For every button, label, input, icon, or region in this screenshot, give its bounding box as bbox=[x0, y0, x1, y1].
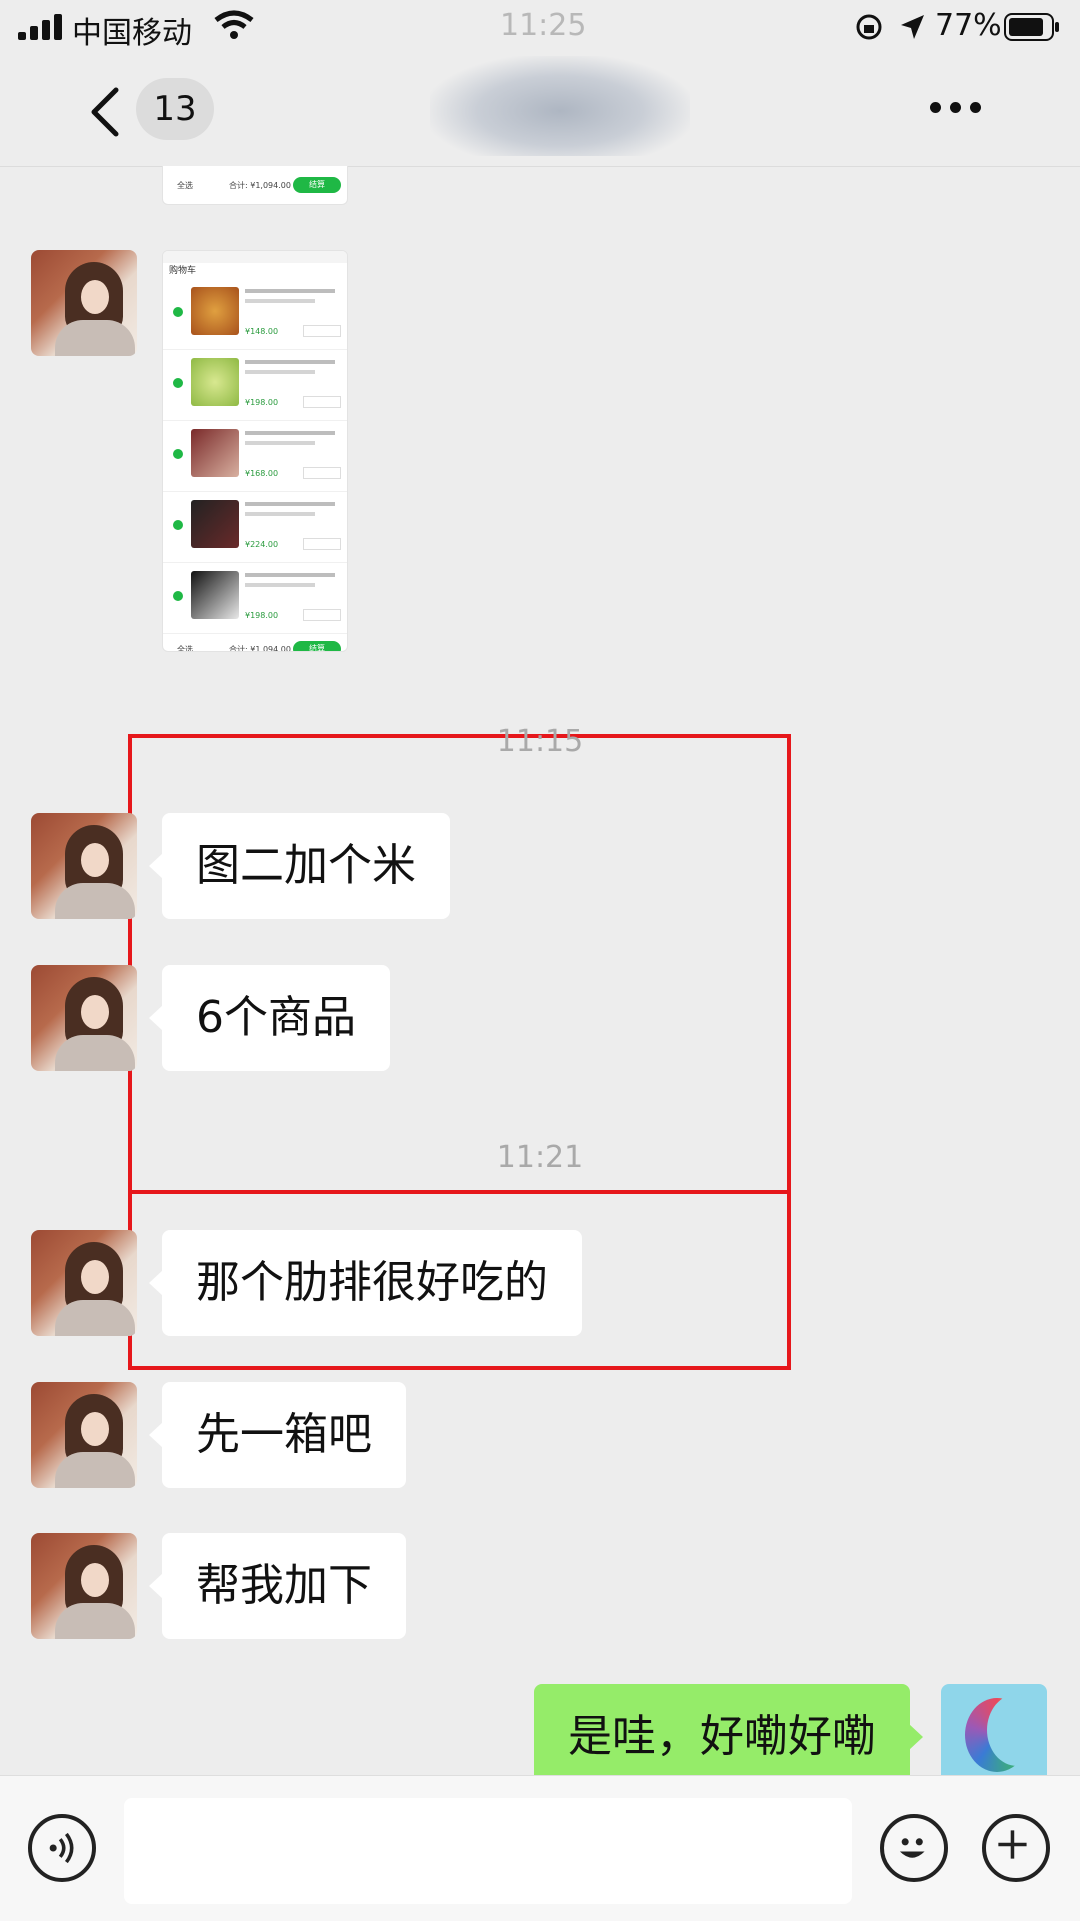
cart-item: ¥198.00 bbox=[163, 350, 347, 421]
cart-item-price: ¥148.00 bbox=[245, 327, 279, 336]
checkout-button: 结算 bbox=[293, 641, 341, 651]
obscured-contact-name bbox=[430, 56, 690, 156]
cart-header: 购物车 bbox=[169, 266, 197, 276]
rotation-lock-icon bbox=[856, 14, 882, 40]
cart-screenshot-image[interactable]: 购物车 ¥148.00 ¥198.00 ¥168.00 ¥224.00 ¥198… bbox=[162, 250, 348, 652]
message-bubble[interactable]: 帮我加下 bbox=[149, 1533, 406, 1639]
status-time: 11:25 bbox=[500, 8, 587, 43]
cart-total: 合计: ¥1,094.00 bbox=[229, 181, 291, 190]
chat-header: 13 bbox=[0, 56, 1080, 167]
wifi-icon bbox=[214, 10, 254, 39]
cart-footer: 全选 合计: ¥1,094.00 结算 bbox=[163, 634, 347, 652]
message-bubble[interactable]: 6个商品 bbox=[149, 965, 390, 1071]
message-bubble[interactable]: 先一箱吧 bbox=[149, 1382, 406, 1488]
cart-item-price: ¥198.00 bbox=[245, 398, 279, 407]
more-options-icon[interactable] bbox=[930, 102, 982, 114]
cart-item-price: ¥168.00 bbox=[245, 469, 279, 478]
select-all-label: 全选 bbox=[177, 181, 193, 190]
message-timestamp: 11:21 bbox=[496, 1140, 584, 1175]
cart-item: ¥224.00 bbox=[163, 492, 347, 563]
contact-avatar[interactable] bbox=[31, 1230, 137, 1336]
message-input[interactable] bbox=[124, 1798, 852, 1904]
emoji-icon[interactable] bbox=[880, 1814, 948, 1882]
signal-icon bbox=[18, 14, 62, 40]
select-all-label: 全选 bbox=[177, 645, 193, 652]
unread-count-badge[interactable]: 13 bbox=[136, 78, 214, 140]
cart-total: 合计: ¥1,094.00 bbox=[229, 645, 291, 652]
contact-avatar[interactable] bbox=[31, 813, 137, 919]
cart-footer: 全选 合计: ¥1,094.00 结算 bbox=[163, 170, 347, 200]
message-bubble[interactable]: 图二加个米 bbox=[149, 813, 450, 919]
highlight-box bbox=[128, 734, 791, 1194]
cart-item-price: ¥224.00 bbox=[245, 540, 279, 549]
contact-avatar[interactable] bbox=[31, 250, 137, 356]
plus-icon[interactable] bbox=[982, 1814, 1050, 1882]
message-bubble[interactable]: 那个肋排很好吃的 bbox=[149, 1230, 582, 1336]
contact-avatar[interactable] bbox=[31, 965, 137, 1071]
cart-item: ¥198.00 bbox=[163, 563, 347, 634]
input-bar bbox=[0, 1775, 1080, 1921]
location-arrow-icon bbox=[901, 15, 924, 39]
contact-avatar[interactable] bbox=[31, 1533, 137, 1639]
cart-item: ¥168.00 bbox=[163, 421, 347, 492]
voice-input-icon[interactable] bbox=[28, 1814, 96, 1882]
cart-item-price: ¥198.00 bbox=[245, 611, 279, 620]
status-bar: 中国移动 11:25 77% bbox=[0, 0, 1080, 56]
cart-screenshot-partial[interactable]: 全选 合计: ¥1,094.00 结算 bbox=[162, 166, 348, 205]
battery-percent: 77% bbox=[935, 8, 1002, 43]
contact-avatar[interactable] bbox=[31, 1382, 137, 1488]
battery-icon bbox=[1004, 13, 1059, 41]
checkout-button: 结算 bbox=[293, 177, 341, 193]
message-timestamp: 11:15 bbox=[496, 724, 584, 759]
back-arrow-icon[interactable] bbox=[88, 86, 122, 138]
carrier-name: 中国移动 bbox=[72, 16, 192, 51]
cart-item: ¥148.00 bbox=[163, 279, 347, 350]
